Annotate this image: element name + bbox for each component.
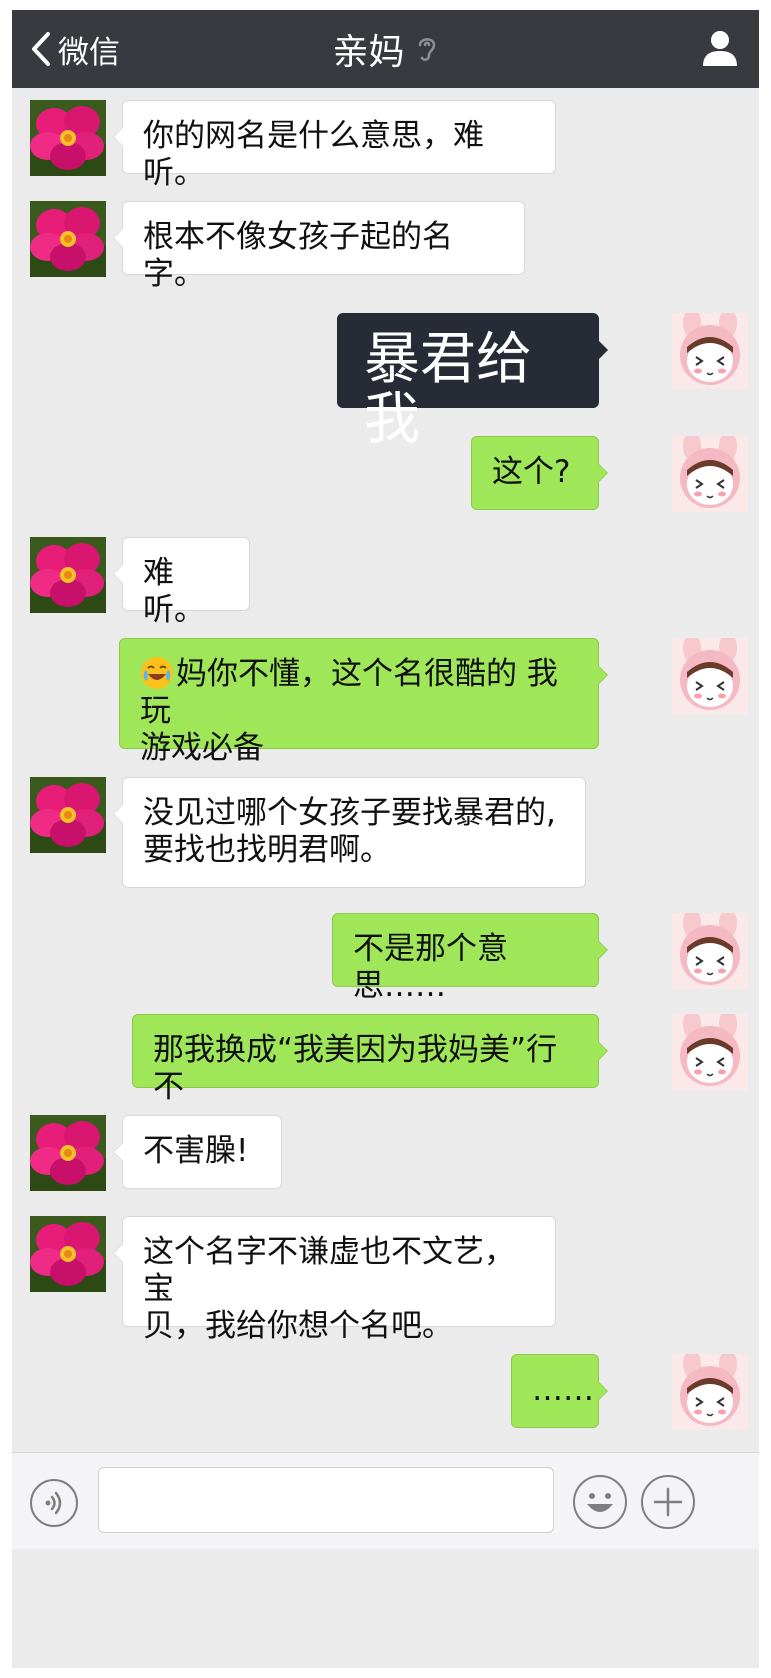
message-text: 你的网名是什么意思，难听。 xyxy=(143,118,484,191)
received-message: 不害臊! xyxy=(12,1115,759,1191)
message-text: 不害臊! xyxy=(143,1133,249,1169)
message-bubble[interactable]: 暴君给我 xyxy=(337,313,608,450)
back-label: 微信 xyxy=(58,34,120,71)
bunny-girl-avatar[interactable] xyxy=(672,1354,748,1430)
bunny-girl-avatar[interactable] xyxy=(672,436,748,512)
message-bubble[interactable]: 根本不像女孩子起的名字。 xyxy=(113,201,525,292)
pink-flower-avatar[interactable] xyxy=(30,201,106,277)
wechat-window: 微信 亲妈 你的网名是什么意思，难听。 根本不像女孩子起的名字。暴君给我 这个? 难听… xyxy=(12,10,759,1668)
input-bar xyxy=(12,1452,759,1549)
sent-message: …… xyxy=(12,1354,759,1430)
sent-message: 暴君给我 xyxy=(12,313,759,450)
message-text: 妈你不懂，这个名很酷的 我玩 游戏必备 xyxy=(140,656,558,766)
message-bubble[interactable]: 这个名字不谦虚也不文艺，宝 贝，我给你想个名吧。 xyxy=(113,1216,556,1344)
message-bubble[interactable]: 没见过哪个女孩子要找暴君的, 要找也找明君啊。 xyxy=(113,777,586,888)
bunny-girl-avatar[interactable] xyxy=(672,313,748,389)
message-text: 不是那个意思…… xyxy=(353,931,508,1004)
pink-flower-avatar[interactable] xyxy=(30,100,106,176)
laugh-cry-emoji-icon xyxy=(140,656,174,690)
bunny-girl-avatar[interactable] xyxy=(672,913,748,989)
voice-icon[interactable] xyxy=(29,1478,79,1528)
pink-flower-avatar[interactable] xyxy=(30,777,106,853)
message-bubble[interactable]: 这个? xyxy=(471,436,608,510)
received-message: 根本不像女孩子起的名字。 xyxy=(12,201,759,292)
title-area: 亲妈 xyxy=(12,10,759,88)
person-icon[interactable] xyxy=(697,26,743,72)
bunny-girl-avatar[interactable] xyxy=(672,638,748,714)
plus-icon[interactable] xyxy=(640,1474,696,1530)
smiley-icon[interactable] xyxy=(572,1474,628,1530)
received-message: 你的网名是什么意思，难听。 xyxy=(12,100,759,191)
message-bubble[interactable]: 难听。 xyxy=(113,537,250,628)
received-message: 没见过哪个女孩子要找暴君的, 要找也找明君啊。 xyxy=(12,777,759,888)
chat-title: 亲妈 xyxy=(332,32,405,73)
message-bubble[interactable]: 你的网名是什么意思，难听。 xyxy=(113,100,556,191)
message-list[interactable]: 你的网名是什么意思，难听。 根本不像女孩子起的名字。暴君给我 这个? 难听。妈你不懂，… xyxy=(12,88,759,1570)
message-bubble[interactable]: 不害臊! xyxy=(113,1115,282,1189)
nav-bar: 微信 亲妈 xyxy=(12,10,759,88)
back-button[interactable]: 微信 xyxy=(26,24,120,74)
sent-message: 不是那个意思…… xyxy=(12,913,759,1004)
pink-flower-avatar[interactable] xyxy=(30,537,106,613)
ear-icon xyxy=(418,38,435,61)
pink-flower-avatar[interactable] xyxy=(30,1115,106,1191)
message-text: 根本不像女孩子起的名字。 xyxy=(143,219,453,292)
received-message: 这个名字不谦虚也不文艺，宝 贝，我给你想个名吧。 xyxy=(12,1216,759,1344)
message-text: 那我换成“我美因为我妈美”行不 xyxy=(153,1032,558,1105)
message-text: 暴君给我 xyxy=(364,327,532,452)
pink-flower-avatar[interactable] xyxy=(30,1216,106,1292)
message-bubble[interactable]: …… xyxy=(511,1354,608,1428)
message-text: 这个? xyxy=(492,454,571,490)
message-text: …… xyxy=(532,1372,594,1408)
received-message: 难听。 xyxy=(12,537,759,628)
message-input[interactable] xyxy=(98,1467,554,1533)
message-text: 没见过哪个女孩子要找暴君的, 要找也找明君啊。 xyxy=(143,795,556,868)
sent-message: 妈你不懂，这个名很酷的 我玩 游戏必备 xyxy=(12,638,759,766)
message-text: 这个名字不谦虚也不文艺，宝 贝，我给你想个名吧。 xyxy=(143,1234,515,1344)
bunny-girl-avatar[interactable] xyxy=(672,1014,748,1090)
message-bubble[interactable]: 妈你不懂，这个名很酷的 我玩 游戏必备 xyxy=(119,638,608,766)
sent-message: 那我换成“我美因为我妈美”行不 xyxy=(12,1014,759,1105)
message-bubble[interactable]: 不是那个意思…… xyxy=(332,913,608,1004)
sent-message: 这个? xyxy=(12,436,759,512)
message-text: 难听。 xyxy=(143,555,205,628)
chevron-left-icon xyxy=(32,32,50,66)
message-bubble[interactable]: 那我换成“我美因为我妈美”行不 xyxy=(132,1014,608,1105)
